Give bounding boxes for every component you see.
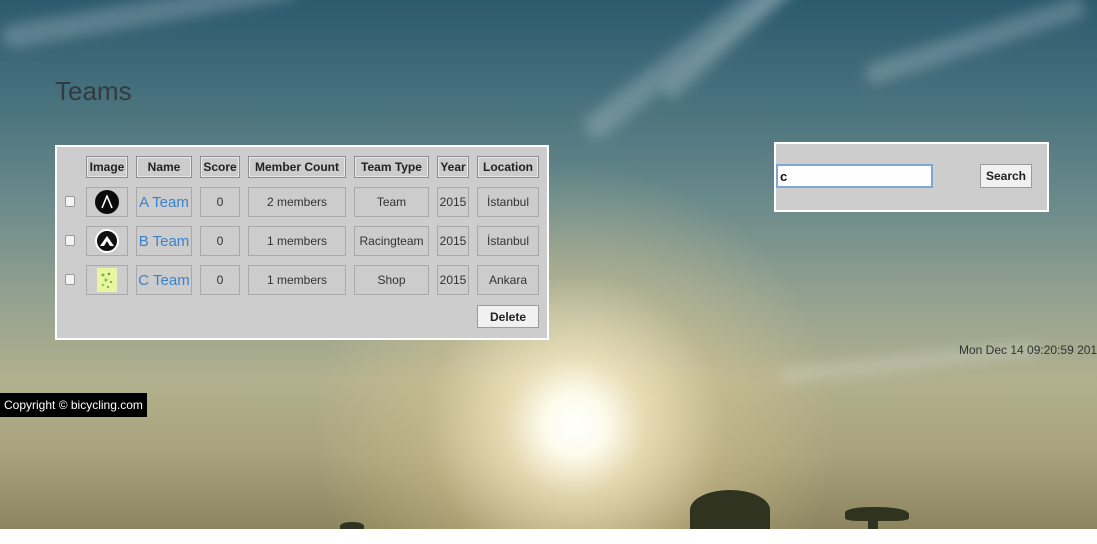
row-select-checkbox[interactable] bbox=[65, 235, 75, 246]
team-name-cell: B Team bbox=[136, 226, 192, 256]
team-location-cell: İstanbul bbox=[477, 187, 539, 217]
team-image-cell bbox=[86, 265, 128, 295]
delete-button[interactable]: Delete bbox=[477, 305, 539, 328]
column-header-location: Location bbox=[477, 156, 539, 178]
copyright-notice: Copyright © bicycling.com bbox=[0, 393, 147, 417]
team-type-cell: Racingteam bbox=[354, 226, 429, 256]
team-image-cell bbox=[86, 187, 128, 217]
a-team-logo-icon bbox=[95, 190, 119, 214]
column-header-member-count: Member Count bbox=[248, 156, 346, 178]
team-score-cell: 0 bbox=[200, 187, 240, 217]
date-time-display: Mon Dec 14 09:20:59 2015 bbox=[959, 343, 1097, 357]
member-count-cell: 1 members bbox=[248, 226, 346, 256]
column-header-year: Year bbox=[437, 156, 469, 178]
team-name-cell: C Team bbox=[136, 265, 192, 295]
team-year-cell: 2015 bbox=[437, 226, 469, 256]
search-input[interactable] bbox=[776, 164, 933, 188]
team-location-cell: Ankara bbox=[477, 265, 539, 295]
team-location-cell: İstanbul bbox=[477, 226, 539, 256]
row-select-checkbox[interactable] bbox=[65, 196, 75, 207]
team-year-cell: 2015 bbox=[437, 187, 469, 217]
team-name-cell: A Team bbox=[136, 187, 192, 217]
member-count-cell: 1 members bbox=[248, 265, 346, 295]
team-type-cell: Shop bbox=[354, 265, 429, 295]
page-title: Teams bbox=[55, 76, 132, 106]
search-button[interactable]: Search bbox=[980, 164, 1032, 188]
member-count-cell: 2 members bbox=[248, 187, 346, 217]
team-year-cell: 2015 bbox=[437, 265, 469, 295]
row-select-checkbox[interactable] bbox=[65, 274, 75, 285]
c-team-logo-icon bbox=[97, 268, 117, 292]
team-name-link[interactable]: B Team bbox=[139, 233, 190, 250]
column-header-team-type: Team Type bbox=[354, 156, 429, 178]
team-score-cell: 0 bbox=[200, 265, 240, 295]
column-header-name: Name bbox=[136, 156, 192, 178]
team-image-cell bbox=[86, 226, 128, 256]
team-score-cell: 0 bbox=[200, 226, 240, 256]
column-header-image: Image bbox=[86, 156, 128, 178]
column-header-score: Score bbox=[200, 156, 240, 178]
b-team-logo-icon bbox=[95, 229, 119, 253]
team-type-cell: Team bbox=[354, 187, 429, 217]
team-name-link[interactable]: C Team bbox=[138, 272, 189, 289]
team-name-link[interactable]: A Team bbox=[139, 194, 189, 211]
